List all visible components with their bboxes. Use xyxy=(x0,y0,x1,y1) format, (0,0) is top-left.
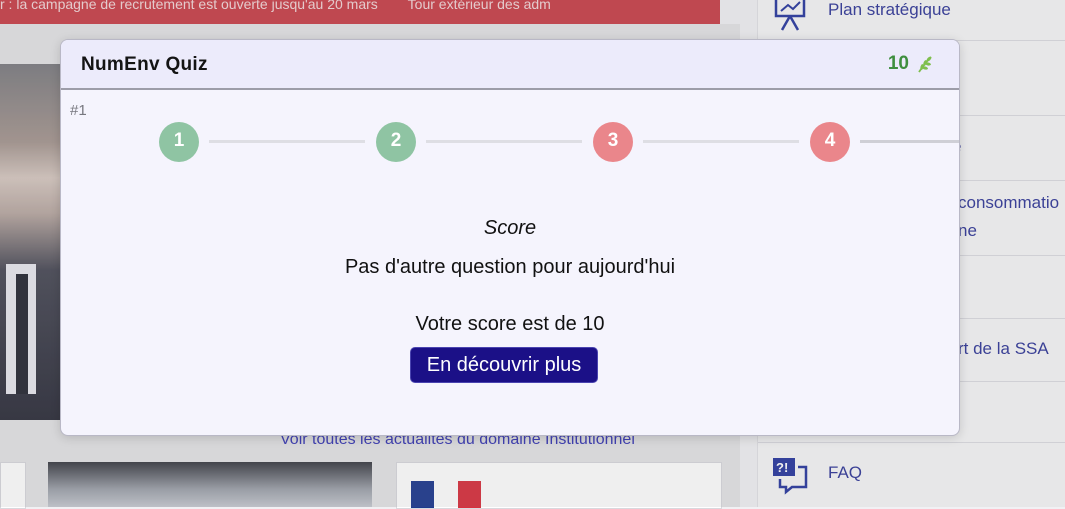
points-badge: 10 xyxy=(888,53,935,75)
quiz-modal: NumEnv Quiz 10 #1 1 2 3 4 Score Pas d'au… xyxy=(60,39,960,436)
points-value: 10 xyxy=(887,53,909,74)
leaf-icon xyxy=(918,56,932,73)
step-connector xyxy=(209,140,365,143)
progress-stepper: 1 2 3 4 xyxy=(61,122,959,162)
step-4-wrong[interactable]: 4 xyxy=(810,122,850,162)
step-connector xyxy=(643,140,799,143)
discover-more-button[interactable]: En découvrir plus xyxy=(410,347,598,383)
score-text: Votre score est de 10 xyxy=(415,313,605,335)
step-connector xyxy=(860,140,959,143)
score-heading: Score xyxy=(483,217,537,239)
step-2-correct[interactable]: 2 xyxy=(376,122,416,162)
modal-header: NumEnv Quiz 10 xyxy=(61,40,959,90)
step-1-correct[interactable]: 1 xyxy=(159,122,199,162)
modal-title: NumEnv Quiz xyxy=(81,54,208,75)
step-connector xyxy=(426,140,582,143)
question-number: #1 xyxy=(70,102,87,119)
step-3-wrong[interactable]: 3 xyxy=(593,122,633,162)
no-more-questions-message: Pas d'autre question pour aujourd'hui xyxy=(344,256,676,278)
